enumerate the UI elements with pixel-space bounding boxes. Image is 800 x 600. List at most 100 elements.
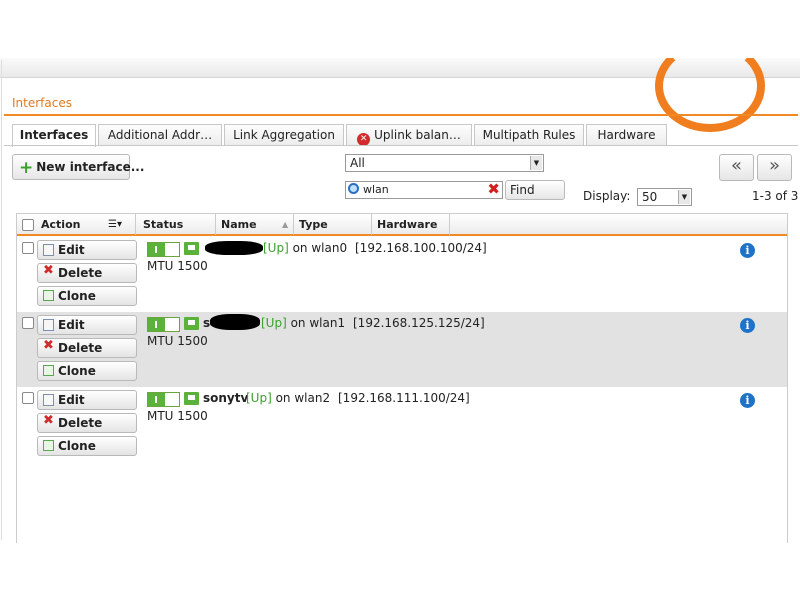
tab-link-aggregation[interactable]: Link Aggregation bbox=[224, 124, 344, 146]
col-hardware-label: Hardware bbox=[377, 218, 438, 231]
interface-mtu: MTU 1500 bbox=[147, 259, 208, 273]
prev-page-button[interactable]: « bbox=[719, 154, 754, 181]
interface-ip: [192.168.100.100/24] bbox=[355, 241, 487, 255]
info-icon[interactable]: i bbox=[740, 318, 755, 333]
interface-status: [Up] on wlan2 bbox=[246, 391, 330, 405]
tab-multipath-rules[interactable]: Multipath Rules bbox=[474, 124, 584, 146]
status-flag-icon bbox=[184, 317, 199, 330]
interfaces-table: Action ☰▾ Status Name ▲ Type Hardware Edit… bbox=[16, 213, 788, 543]
clone-button[interactable]: Clone bbox=[37, 436, 137, 456]
info-icon[interactable]: i bbox=[740, 243, 755, 258]
delete-label: Delete bbox=[58, 416, 103, 430]
row-checkbox[interactable] bbox=[22, 317, 34, 329]
clone-icon bbox=[43, 365, 54, 376]
col-action[interactable]: Action ☰▾ bbox=[36, 214, 136, 235]
delete-button[interactable]: ✖ Delete bbox=[37, 413, 137, 433]
search-input[interactable]: wlan ✖ bbox=[345, 181, 503, 199]
new-interface-button[interactable]: + New interface... bbox=[12, 154, 144, 180]
edit-button[interactable]: Edit bbox=[37, 315, 137, 335]
left-border bbox=[1, 60, 2, 540]
clone-icon bbox=[43, 290, 54, 301]
col-status-label: Status bbox=[143, 218, 184, 231]
prev-page-icon: « bbox=[730, 155, 742, 176]
clear-search-icon[interactable]: ✖ bbox=[487, 181, 500, 197]
interface-device: on wlan1 bbox=[290, 316, 346, 330]
table-row: Edit ✖ Delete Clone [Up] on wlan0 [192.16… bbox=[17, 237, 787, 312]
delete-icon: ✖ bbox=[43, 338, 54, 353]
table-row: Edit ✖ Delete Clone s [Up] on wlan1 [192.… bbox=[17, 312, 787, 387]
tab-label: Link Aggregation bbox=[233, 128, 335, 142]
logo-mask bbox=[640, 0, 780, 58]
edit-button[interactable]: Edit bbox=[37, 240, 137, 260]
filter-value: All bbox=[350, 156, 365, 170]
col-action-label: Action bbox=[41, 218, 81, 231]
tab-label: Interfaces bbox=[19, 128, 89, 142]
col-name[interactable]: Name ▲ bbox=[216, 214, 294, 235]
clone-label: Clone bbox=[58, 289, 96, 303]
tab-additional-addresses[interactable]: Additional Addr… bbox=[98, 124, 222, 146]
tab-label: Additional Addr… bbox=[107, 128, 213, 142]
plus-icon: + bbox=[19, 158, 34, 178]
chevron-down-icon: ▼ bbox=[530, 156, 542, 170]
interface-mtu: MTU 1500 bbox=[147, 409, 208, 423]
find-button[interactable]: Find bbox=[505, 180, 565, 200]
col-name-label: Name bbox=[221, 218, 257, 231]
delete-button[interactable]: ✖ Delete bbox=[37, 263, 137, 283]
interface-mtu: MTU 1500 bbox=[147, 334, 208, 348]
top-header-bar bbox=[0, 40, 800, 132]
find-label: Find bbox=[510, 183, 535, 197]
delete-label: Delete bbox=[58, 341, 103, 355]
tab-divider bbox=[4, 145, 798, 146]
edit-button[interactable]: Edit bbox=[37, 390, 137, 410]
col-status[interactable]: Status bbox=[138, 214, 216, 235]
redaction-mark bbox=[210, 314, 260, 330]
status-flag-icon bbox=[184, 242, 199, 255]
interface-name: sonytv bbox=[203, 391, 249, 405]
result-count: 1-3 of 3 bbox=[752, 189, 799, 203]
select-all-checkbox[interactable] bbox=[22, 219, 34, 231]
display-count-value: 50 bbox=[642, 190, 658, 204]
delete-icon: ✖ bbox=[43, 413, 54, 428]
edit-label: Edit bbox=[58, 243, 85, 257]
search-value: wlan bbox=[363, 183, 389, 196]
delete-button[interactable]: ✖ Delete bbox=[37, 338, 137, 358]
column-menu-icon[interactable]: ☰▾ bbox=[108, 214, 122, 235]
edit-label: Edit bbox=[58, 393, 85, 407]
row-checkbox[interactable] bbox=[22, 392, 34, 404]
enable-toggle[interactable] bbox=[147, 392, 180, 407]
enable-toggle[interactable] bbox=[147, 317, 180, 332]
interface-status: [Up] on wlan1 bbox=[261, 316, 345, 330]
clone-icon bbox=[43, 440, 54, 451]
tab-hardware[interactable]: Hardware bbox=[586, 124, 667, 146]
edit-label: Edit bbox=[58, 318, 85, 332]
breadcrumb[interactable]: Interfaces bbox=[12, 96, 72, 110]
interface-status: [Up] on wlan0 bbox=[263, 241, 347, 255]
tab-uplink-balancing[interactable]: ✕ Uplink balan… bbox=[346, 124, 472, 146]
tab-interfaces[interactable]: Interfaces bbox=[12, 124, 96, 147]
col-hardware[interactable]: Hardware bbox=[372, 214, 450, 235]
enable-toggle[interactable] bbox=[147, 242, 180, 257]
clone-button[interactable]: Clone bbox=[37, 361, 137, 381]
delete-icon: ✖ bbox=[43, 263, 54, 278]
interface-device: on wlan0 bbox=[292, 241, 348, 255]
toggle-on-indicator bbox=[148, 243, 165, 256]
col-type-label: Type bbox=[299, 218, 328, 231]
interface-ip: [192.168.111.100/24] bbox=[338, 391, 470, 405]
clone-label: Clone bbox=[58, 439, 96, 453]
col-type[interactable]: Type bbox=[294, 214, 372, 235]
info-icon[interactable]: i bbox=[740, 393, 755, 408]
edit-icon bbox=[43, 394, 54, 406]
sort-asc-icon: ▲ bbox=[282, 220, 289, 229]
clone-button[interactable]: Clone bbox=[37, 286, 137, 306]
row-checkbox[interactable] bbox=[22, 242, 34, 254]
toggle-on-indicator bbox=[148, 393, 165, 406]
display-count-select[interactable]: 50 ▼ bbox=[637, 188, 692, 206]
clone-label: Clone bbox=[58, 364, 96, 378]
filter-select[interactable]: All ▼ bbox=[345, 154, 544, 172]
delete-label: Delete bbox=[58, 266, 103, 280]
header-divider bbox=[4, 114, 798, 116]
next-page-button[interactable]: » bbox=[757, 154, 792, 181]
tab-label: Hardware bbox=[597, 128, 656, 142]
interface-device: on wlan2 bbox=[275, 391, 331, 405]
status-up: [Up] bbox=[261, 316, 287, 330]
